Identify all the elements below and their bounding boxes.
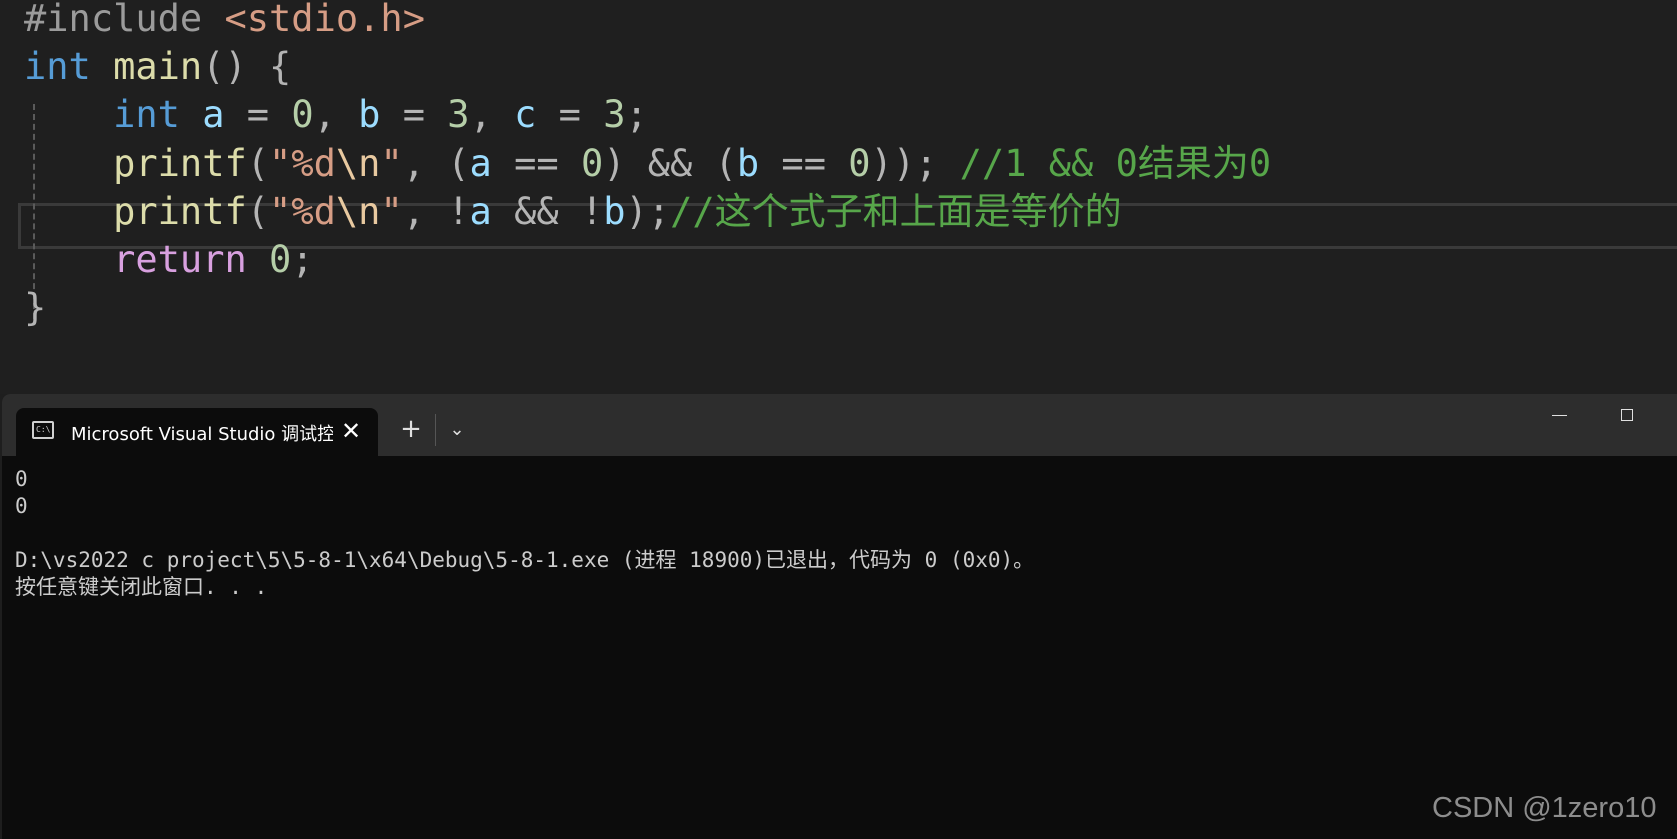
code-line[interactable]: int a = 0, b = 3, c = 3; bbox=[24, 92, 648, 144]
code-token: printf bbox=[113, 142, 247, 185]
code-token: == bbox=[491, 142, 581, 185]
code-token: , ( bbox=[402, 142, 470, 185]
tab-title: Microsoft Visual Studio 调试控 bbox=[71, 424, 333, 445]
code-token: = bbox=[536, 93, 604, 136]
code-token: } bbox=[24, 286, 47, 329]
console-titlebar[interactable]: C:\ Microsoft Visual Studio 调试控 ✕ + ⌄ bbox=[2, 394, 1677, 456]
code-token: () { bbox=[202, 45, 292, 88]
code-token: a bbox=[469, 142, 492, 185]
chevron-down-icon[interactable]: ⌄ bbox=[442, 414, 472, 444]
console-output: 0 0 D:\vs2022 c project\5\5-8-1\x64\Debu… bbox=[15, 467, 1035, 599]
code-token: ); bbox=[625, 190, 671, 233]
code-token: ) && ( bbox=[603, 142, 737, 185]
code-token: , bbox=[469, 93, 515, 136]
terminal-icon-text: C:\ bbox=[36, 425, 51, 434]
maximize-icon[interactable] bbox=[1608, 400, 1648, 430]
code-token: c bbox=[514, 93, 537, 136]
code-token: "%d bbox=[269, 142, 336, 185]
code-line[interactable]: } bbox=[24, 285, 46, 337]
code-token: == bbox=[759, 142, 849, 185]
code-token: int bbox=[24, 45, 91, 88]
code-token: " bbox=[380, 190, 403, 233]
tab-close-icon[interactable]: ✕ bbox=[336, 416, 366, 446]
code-line[interactable]: int main() { bbox=[24, 44, 291, 96]
watermark: CSDN @1zero10 bbox=[1432, 792, 1657, 824]
code-token: , ! bbox=[402, 190, 470, 233]
code-token: = bbox=[380, 93, 448, 136]
console-tab[interactable]: C:\ Microsoft Visual Studio 调试控 ✕ bbox=[16, 408, 378, 456]
code-token: #include bbox=[24, 0, 225, 40]
code-token: ; bbox=[625, 93, 648, 136]
code-token: , bbox=[313, 93, 359, 136]
code-token: ( bbox=[246, 142, 270, 185]
console-window[interactable]: C:\ Microsoft Visual Studio 调试控 ✕ + ⌄ 0 … bbox=[2, 394, 1677, 839]
code-token: //1 && 0结果为0 bbox=[959, 142, 1272, 185]
code-token: b bbox=[358, 93, 381, 136]
code-token: main bbox=[113, 45, 203, 88]
code-token: 3 bbox=[603, 93, 626, 136]
code-token: \n bbox=[335, 190, 381, 233]
code-token: printf bbox=[113, 190, 247, 233]
code-token: 0 bbox=[269, 238, 292, 281]
code-token: )); bbox=[870, 142, 960, 185]
code-token: " bbox=[380, 142, 403, 185]
code-token: 0 bbox=[291, 93, 314, 136]
terminal-icon: C:\ bbox=[32, 421, 54, 439]
new-tab-icon[interactable]: + bbox=[396, 414, 426, 444]
code-editor[interactable]: #include <stdio.h> int main() { int a = 0… bbox=[0, 0, 1677, 394]
code-token: //这个式子和上面是等价的 bbox=[670, 190, 1122, 233]
code-token: "%d bbox=[269, 190, 336, 233]
code-token: 0 bbox=[848, 142, 871, 185]
code-line[interactable]: printf("%d\n", (a == 0) && (b == 0)); //… bbox=[24, 141, 1271, 193]
code-token: b bbox=[603, 190, 626, 233]
code-token: = bbox=[224, 93, 292, 136]
code-token: return bbox=[113, 238, 247, 281]
code-token: ; bbox=[291, 238, 314, 281]
code-line[interactable]: return 0; bbox=[24, 237, 314, 289]
minimize-icon[interactable] bbox=[1539, 400, 1579, 430]
code-token: b bbox=[736, 142, 760, 185]
code-token: a bbox=[469, 190, 492, 233]
tab-divider bbox=[435, 414, 436, 446]
code-token: <stdio.h> bbox=[224, 0, 425, 40]
code-token: a bbox=[202, 93, 225, 136]
code-line[interactable]: #include <stdio.h> bbox=[24, 0, 425, 48]
code-token: int bbox=[113, 93, 180, 136]
code-token: 3 bbox=[447, 93, 470, 136]
code-token: 0 bbox=[580, 142, 604, 185]
code-line[interactable]: printf("%d\n", !a && !b);//这个式子和上面是等价的 bbox=[24, 189, 1122, 241]
code-token: && ! bbox=[491, 190, 604, 233]
code-token: \n bbox=[335, 142, 381, 185]
code-token: ( bbox=[246, 190, 270, 233]
